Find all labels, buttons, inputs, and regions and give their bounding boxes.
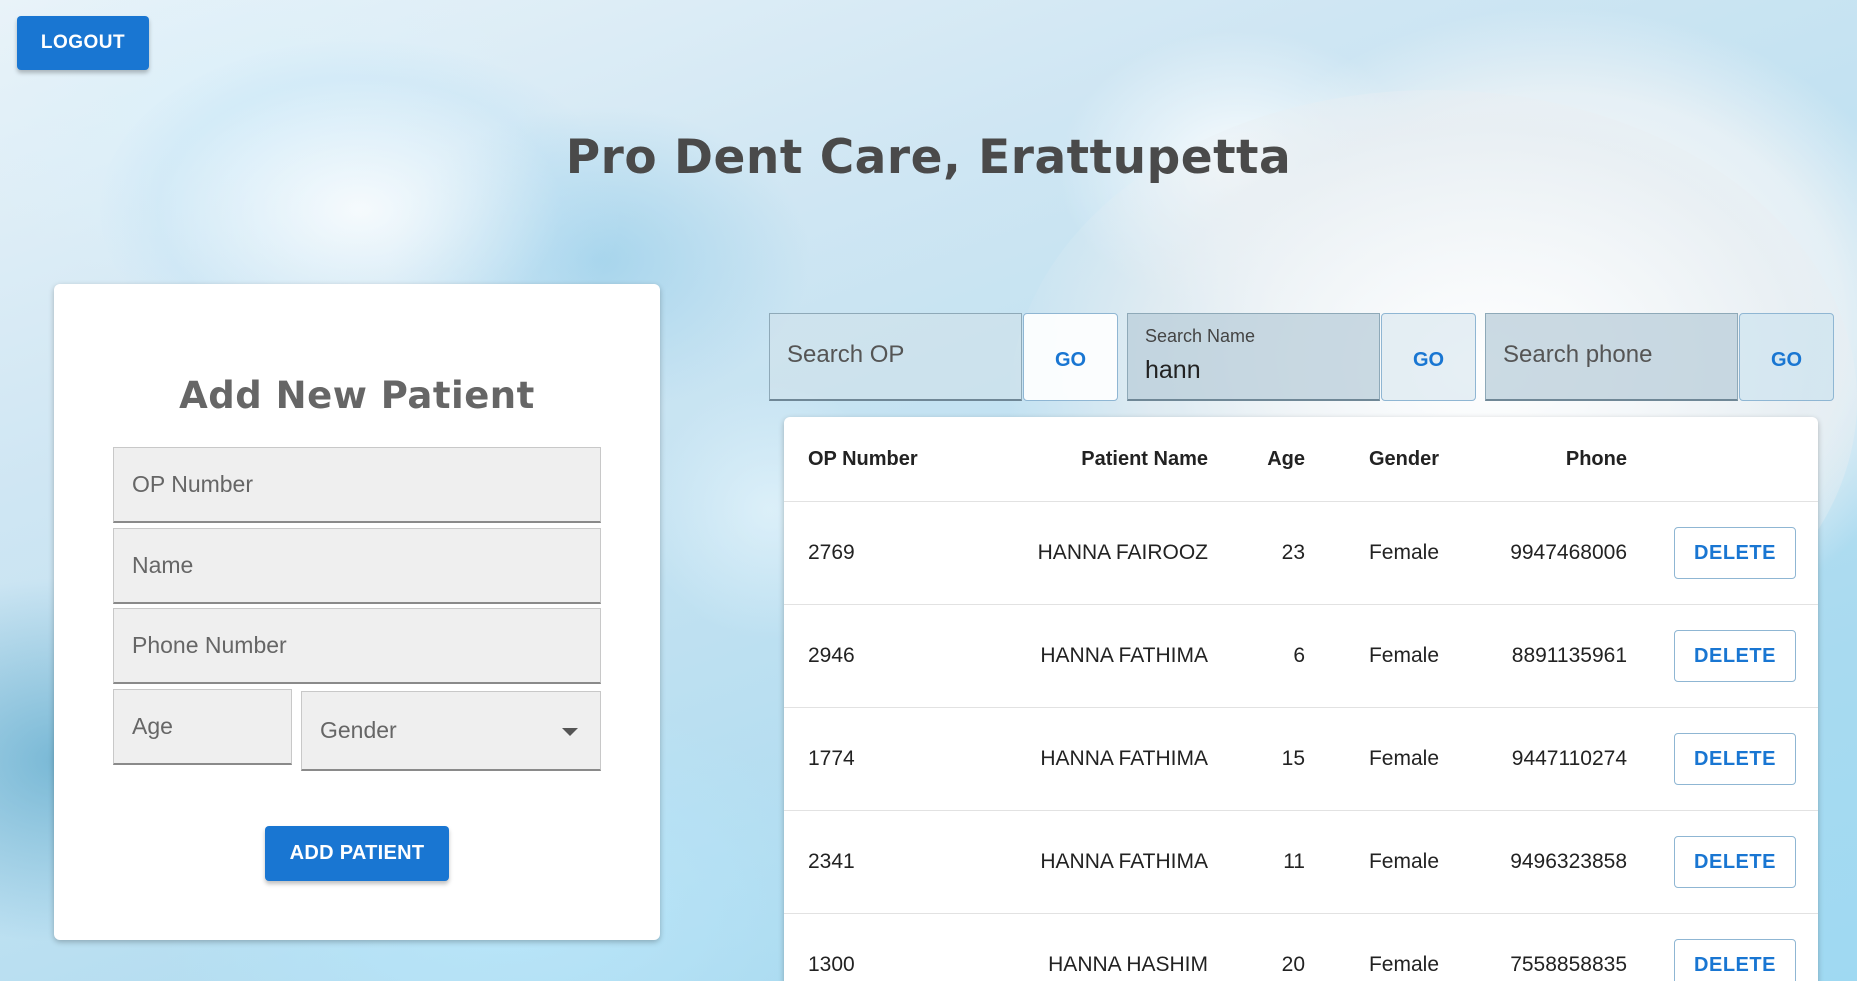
cell-phone: 9947468006 xyxy=(1439,501,1627,605)
delete-button[interactable]: DELETE xyxy=(1674,527,1796,579)
cell-gender: Female xyxy=(1305,707,1439,811)
cell-op-number: 2341 xyxy=(784,810,968,914)
cell-op-number: 2946 xyxy=(784,604,968,708)
cell-actions: DELETE xyxy=(1627,707,1818,811)
phone-number-placeholder: Phone Number xyxy=(132,632,287,658)
cell-patient-name: HANNA FATHIMA xyxy=(968,810,1208,914)
gender-select[interactable]: Gender xyxy=(301,691,601,771)
cell-actions: DELETE xyxy=(1627,501,1818,605)
search-name-label: Search Name xyxy=(1145,326,1256,346)
search-phone-placeholder: Search phone xyxy=(1503,341,1653,368)
add-patient-card: Add New Patient OP Number Name Phone Num… xyxy=(54,284,660,940)
cell-gender: Female xyxy=(1305,604,1439,708)
page-title: Pro Dent Care, Erattupetta xyxy=(565,130,1292,185)
cell-age: 15 xyxy=(1208,707,1305,811)
cell-age: 11 xyxy=(1208,810,1305,914)
patients-table: OP Number Patient Name Age Gender Phone … xyxy=(784,417,1818,981)
column-header-op-number: OP Number xyxy=(784,417,968,502)
cell-patient-name: HANNA FAIROOZ xyxy=(968,501,1208,605)
cell-gender: Female xyxy=(1305,810,1439,914)
op-number-placeholder: OP Number xyxy=(132,471,254,497)
name-field[interactable]: Name xyxy=(113,528,601,604)
cell-phone: 9447110274 xyxy=(1439,707,1627,811)
cell-phone: 9496323858 xyxy=(1439,810,1627,914)
search-name-input[interactable]: Search Name hann xyxy=(1127,313,1380,401)
cell-age: 23 xyxy=(1208,501,1305,605)
column-header-gender: Gender xyxy=(1305,417,1439,502)
cell-actions: DELETE xyxy=(1627,604,1818,708)
add-patient-heading: Add New Patient xyxy=(179,374,535,417)
column-header-patient-name: Patient Name xyxy=(968,417,1208,502)
cell-gender: Female xyxy=(1305,501,1439,605)
table-row: 1774 HANNA FATHIMA 15 Female 9447110274 … xyxy=(784,707,1818,811)
page-background: LOGOUT Pro Dent Care, Erattupetta Add Ne… xyxy=(0,0,1857,981)
phone-number-field[interactable]: Phone Number xyxy=(113,608,601,684)
cell-op-number: 2769 xyxy=(784,501,968,605)
name-placeholder: Name xyxy=(132,552,194,578)
cell-age: 6 xyxy=(1208,604,1305,708)
cell-op-number: 1774 xyxy=(784,707,968,811)
dropdown-arrow-icon xyxy=(562,727,578,736)
search-op-placeholder: Search OP xyxy=(787,341,905,368)
table-row: 2341 HANNA FATHIMA 11 Female 9496323858 … xyxy=(784,810,1818,914)
age-field[interactable]: Age xyxy=(113,689,292,765)
patients-table-card: OP Number Patient Name Age Gender Phone … xyxy=(784,417,1818,981)
cell-actions: DELETE xyxy=(1627,810,1818,914)
delete-button[interactable]: DELETE xyxy=(1674,836,1796,888)
cell-gender: Female xyxy=(1305,913,1439,981)
search-name-value: hann xyxy=(1145,356,1201,384)
delete-button[interactable]: DELETE xyxy=(1674,733,1796,785)
table-row: 2769 HANNA FAIROOZ 23 Female 9947468006 … xyxy=(784,501,1818,605)
table-row: 1300 HANNA HASHIM 20 Female 7558858835 D… xyxy=(784,913,1818,981)
op-number-field[interactable]: OP Number xyxy=(113,447,601,523)
column-header-actions xyxy=(1627,417,1818,502)
cell-op-number: 1300 xyxy=(784,913,968,981)
cell-age: 20 xyxy=(1208,913,1305,981)
cell-patient-name: HANNA FATHIMA xyxy=(968,604,1208,708)
cell-phone: 7558858835 xyxy=(1439,913,1627,981)
search-op-go-button[interactable]: GO xyxy=(1023,313,1118,401)
delete-button[interactable]: DELETE xyxy=(1674,939,1796,981)
search-name-go-button[interactable]: GO xyxy=(1381,313,1476,401)
cell-phone: 8891135961 xyxy=(1439,604,1627,708)
cell-patient-name: HANNA HASHIM xyxy=(968,913,1208,981)
table-header-row: OP Number Patient Name Age Gender Phone xyxy=(784,417,1818,502)
cell-patient-name: HANNA FATHIMA xyxy=(968,707,1208,811)
table-row: 2946 HANNA FATHIMA 6 Female 8891135961 D… xyxy=(784,604,1818,708)
logout-button[interactable]: LOGOUT xyxy=(17,16,149,70)
add-patient-button[interactable]: ADD PATIENT xyxy=(265,826,449,881)
delete-button[interactable]: DELETE xyxy=(1674,630,1796,682)
search-phone-input[interactable]: Search phone xyxy=(1485,313,1738,401)
column-header-age: Age xyxy=(1208,417,1305,502)
gender-placeholder: Gender xyxy=(320,717,397,743)
column-header-phone: Phone xyxy=(1439,417,1627,502)
age-placeholder: Age xyxy=(132,713,173,739)
search-op-input[interactable]: Search OP xyxy=(769,313,1022,401)
search-phone-go-button[interactable]: GO xyxy=(1739,313,1834,401)
cell-actions: DELETE xyxy=(1627,913,1818,981)
